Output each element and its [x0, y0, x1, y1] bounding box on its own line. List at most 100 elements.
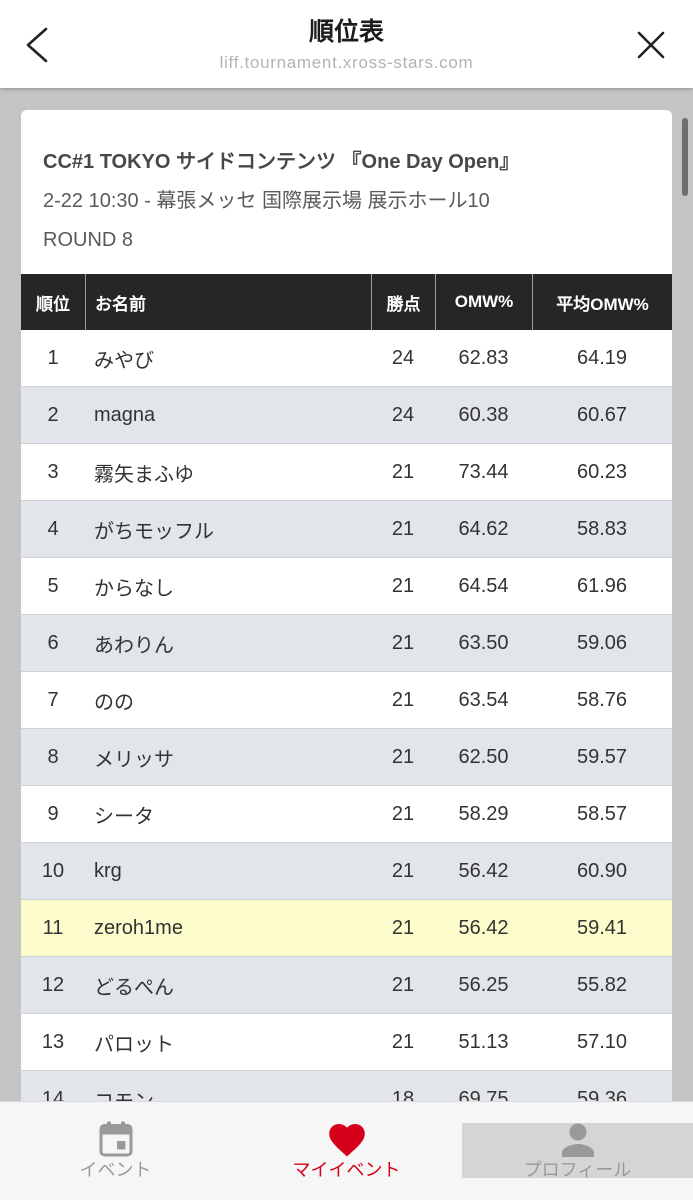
omw-cell: 73.44	[458, 461, 509, 483]
rank-cell: 6	[47, 632, 59, 654]
points-cell: 21	[391, 689, 415, 711]
avg-omw-cell: 59.06	[576, 632, 628, 654]
avg-omw-cell: 58.83	[576, 518, 628, 540]
table-row: 5 からなし 21 64.54 61.96	[21, 558, 672, 615]
omw-cell: 63.50	[458, 632, 509, 654]
points-cell: 21	[391, 974, 415, 996]
event-name: CC#1 TOKYO サイドコンテンツ 『One Day Open』	[43, 151, 520, 173]
avg-omw-cell: 57.10	[576, 1031, 628, 1053]
points-cell: 24	[391, 347, 415, 369]
column-header-avg-omw: 平均OMW%	[532, 274, 672, 330]
close-icon	[637, 31, 665, 59]
app-header: 順位表 liff.tournament.xross-stars.com	[0, 0, 693, 88]
table-row: 4 がちモッフル 21 64.62 58.83	[21, 501, 672, 558]
omw-cell: 58.29	[458, 803, 509, 825]
omw-cell: 62.83	[458, 347, 509, 369]
table-row: 1 みやび 24 62.83 64.19	[21, 330, 672, 387]
avg-omw-cell: 58.76	[576, 689, 628, 711]
points-cell: 21	[391, 518, 415, 540]
player-name-cell: あわりん	[94, 635, 174, 657]
player-name-cell: 霧矢まふゆ	[94, 464, 194, 486]
tab-label: イベント	[79, 1160, 152, 1180]
column-header-name: お名前	[85, 274, 371, 330]
table-row: 12 どるぺん 21 56.25 55.82	[21, 957, 672, 1014]
tab-label: プロフィール	[523, 1160, 632, 1180]
player-name-cell: パロット	[94, 1034, 174, 1056]
avg-omw-cell: 55.82	[576, 974, 628, 996]
event-info: CC#1 TOKYO サイドコンテンツ 『One Day Open』 2-22 …	[21, 110, 672, 274]
avg-omw-cell: 61.96	[576, 575, 628, 597]
avg-omw-cell: 60.23	[576, 461, 628, 483]
rank-cell: 13	[41, 1031, 65, 1053]
rank-cell: 8	[47, 746, 59, 768]
table-row: 7 のの 21 63.54 58.76	[21, 672, 672, 729]
omw-cell: 56.42	[458, 917, 509, 939]
page-title: 順位表	[308, 18, 384, 46]
column-header-omw: OMW%	[435, 274, 532, 330]
table-header: 順位 お名前 勝点 OMW% 平均OMW%	[21, 274, 672, 330]
rank-cell: 7	[47, 689, 59, 711]
player-name-cell: どるぺん	[94, 977, 174, 999]
player-name-cell: からなし	[94, 578, 174, 600]
points-cell: 21	[391, 575, 415, 597]
table-row: 13 パロット 21 51.13 57.10	[21, 1014, 672, 1071]
rank-cell: 3	[47, 461, 59, 483]
event-schedule-venue: 2-22 10:30 - 幕張メッセ 国際展示場 展示ホール10	[43, 190, 490, 212]
calendar-icon	[99, 1121, 133, 1157]
bottom-tab-bar: イベント マイイベント プロフィール	[0, 1101, 693, 1200]
player-name-cell: がちモッフル	[94, 521, 214, 543]
player-name-cell: magna	[94, 404, 156, 426]
player-name-cell: メリッサ	[94, 749, 174, 771]
points-cell: 21	[391, 632, 415, 654]
page-url: liff.tournament.xross-stars.com	[219, 53, 474, 72]
avg-omw-cell: 64.19	[576, 347, 628, 369]
omw-cell: 51.13	[458, 1031, 509, 1053]
column-header-rank: 順位	[36, 294, 70, 314]
table-row: 2 magna 24 60.38 60.67	[21, 387, 672, 444]
standings-card: CC#1 TOKYO サイドコンテンツ 『One Day Open』 2-22 …	[21, 110, 672, 1150]
player-name-cell: krg	[94, 860, 122, 882]
player-name-cell: シータ	[94, 806, 154, 828]
column-header-points: 勝点	[371, 274, 435, 330]
points-cell: 21	[391, 803, 415, 825]
tab-events[interactable]: イベント	[0, 1102, 231, 1200]
close-button[interactable]	[630, 26, 672, 66]
points-cell: 21	[391, 746, 415, 768]
table-row: 3 霧矢まふゆ 21 73.44 60.23	[21, 444, 672, 501]
scrollbar[interactable]	[682, 118, 688, 196]
table-row: 10 krg 21 56.42 60.90	[21, 843, 672, 900]
content-area: CC#1 TOKYO サイドコンテンツ 『One Day Open』 2-22 …	[0, 88, 693, 1200]
points-cell: 24	[391, 404, 415, 426]
avg-omw-cell: 60.90	[576, 860, 628, 882]
tab-profile[interactable]: プロフィール	[462, 1102, 693, 1200]
player-name-cell: みやび	[94, 350, 154, 372]
points-cell: 21	[391, 1031, 415, 1053]
rank-cell: 4	[47, 518, 59, 540]
person-icon	[561, 1123, 595, 1157]
points-cell: 21	[391, 461, 415, 483]
event-round: ROUND 8	[43, 229, 134, 251]
heart-icon	[328, 1124, 366, 1157]
omw-cell: 56.25	[458, 974, 509, 996]
omw-cell: 56.42	[458, 860, 509, 882]
tab-label: マイイベント	[292, 1160, 401, 1180]
tab-my-events[interactable]: マイイベント	[231, 1102, 462, 1200]
rank-cell: 9	[47, 803, 59, 825]
avg-omw-cell: 59.57	[576, 746, 628, 768]
points-cell: 21	[391, 860, 415, 882]
omw-cell: 64.54	[458, 575, 509, 597]
table-body: 1 みやび 24 62.83 64.19 2 magna 24 60.38 60.67 3 霧矢まふゆ…	[21, 330, 672, 1128]
table-row: 8 メリッサ 21 62.50 59.57	[21, 729, 672, 786]
player-name-cell: zeroh1me	[94, 917, 183, 939]
standings-screen: 順位表 liff.tournament.xross-stars.com CC#1…	[0, 0, 693, 1200]
points-cell: 21	[391, 917, 415, 939]
omw-cell: 64.62	[458, 518, 509, 540]
omw-cell: 60.38	[458, 404, 509, 426]
avg-omw-cell: 59.41	[576, 917, 628, 939]
table-row: 6 あわりん 21 63.50 59.06	[21, 615, 672, 672]
avg-omw-cell: 60.67	[576, 404, 628, 426]
rank-cell: 12	[41, 974, 65, 996]
avg-omw-cell: 58.57	[576, 803, 628, 825]
rank-cell: 11	[42, 917, 64, 939]
player-name-cell: のの	[94, 692, 134, 714]
